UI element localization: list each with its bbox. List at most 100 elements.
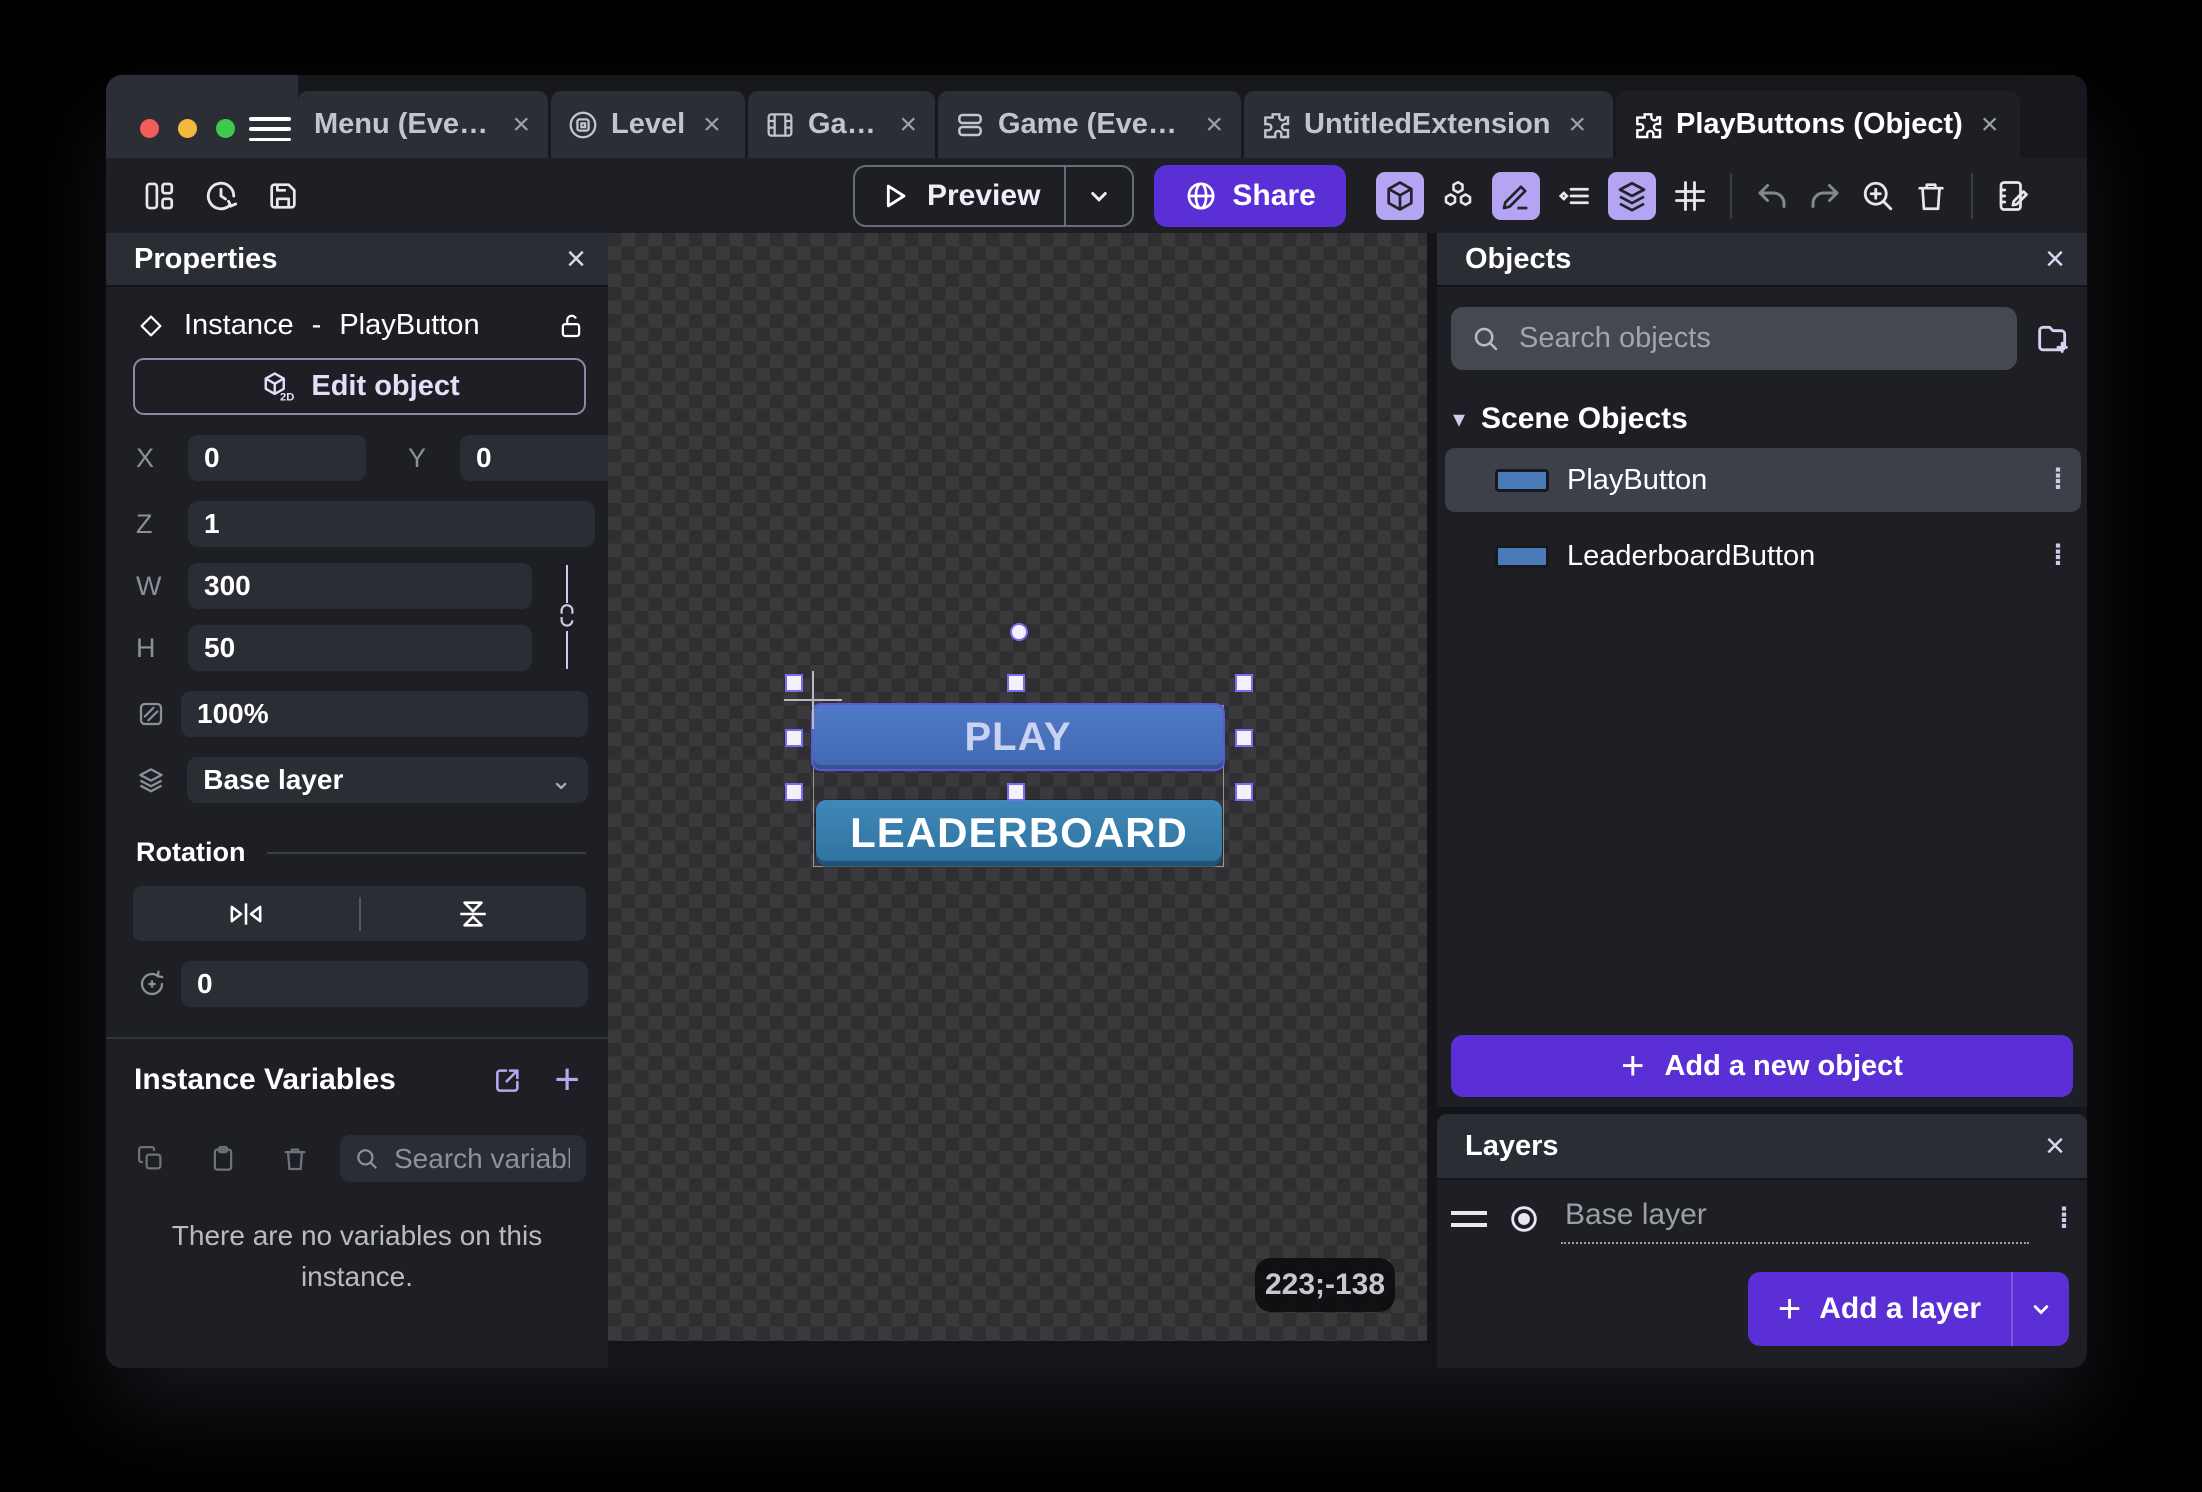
active-layer-radio-icon[interactable] bbox=[1507, 1202, 1541, 1236]
object-menu-icon[interactable]: ⁞ bbox=[2053, 547, 2063, 566]
preview-options-dropdown[interactable] bbox=[1066, 181, 1132, 211]
objects-panel-toggle-icon[interactable] bbox=[1376, 172, 1424, 220]
unlock-icon[interactable] bbox=[556, 311, 586, 341]
tab-untitled-extension[interactable]: UntitledExtension × bbox=[1244, 91, 1613, 158]
layers-panel: Layers × Base layer ⁞ + Add a layer bbox=[1437, 1114, 2087, 1368]
collapse-triangle-icon[interactable]: ▾ bbox=[1453, 405, 1465, 434]
tab-level[interactable]: Level × bbox=[551, 91, 745, 158]
hamburger-menu-icon[interactable] bbox=[249, 117, 291, 141]
history-icon[interactable] bbox=[202, 173, 240, 219]
scene-objects-group[interactable]: ▾ Scene Objects bbox=[1453, 402, 2073, 436]
rotation-input[interactable] bbox=[181, 961, 588, 1007]
instances-list-icon[interactable] bbox=[1555, 173, 1593, 219]
close-window-button[interactable] bbox=[140, 119, 159, 138]
close-tab-icon[interactable]: × bbox=[703, 108, 721, 142]
close-tab-icon[interactable]: × bbox=[899, 108, 917, 142]
maximize-window-button[interactable] bbox=[216, 119, 235, 138]
flip-horizontal-button[interactable] bbox=[133, 897, 359, 931]
close-tab-icon[interactable]: × bbox=[512, 108, 530, 142]
plus-icon: + bbox=[1778, 1289, 1801, 1329]
preview-button[interactable]: Preview bbox=[853, 165, 1134, 227]
drag-handle-icon[interactable] bbox=[1451, 1211, 1487, 1227]
flip-vertical-button[interactable] bbox=[361, 897, 587, 931]
resize-handle-bottom-left[interactable] bbox=[785, 783, 803, 801]
scene-canvas[interactable]: PLAY LEADERBOARD 223;-138 bbox=[608, 233, 1427, 1341]
object-row-playbutton[interactable]: PlayButton ⁞ bbox=[1445, 448, 2081, 512]
no-variables-message: There are no variables on this instance. bbox=[136, 1216, 578, 1297]
add-new-object-button[interactable]: + Add a new object bbox=[1451, 1035, 2073, 1097]
close-tab-icon[interactable]: × bbox=[1205, 108, 1223, 142]
minimize-window-button[interactable] bbox=[178, 119, 197, 138]
copy-icon[interactable] bbox=[136, 1144, 166, 1174]
object-groups-icon[interactable] bbox=[1439, 173, 1477, 219]
layer-icon bbox=[136, 765, 175, 795]
paste-icon[interactable] bbox=[208, 1144, 238, 1174]
save-icon[interactable] bbox=[264, 173, 302, 219]
rotate-handle[interactable] bbox=[1010, 623, 1028, 641]
zoom-in-icon[interactable] bbox=[1859, 173, 1897, 219]
z-label: Z bbox=[136, 509, 180, 540]
chevron-down-icon: ⌄ bbox=[550, 775, 572, 785]
opacity-input[interactable] bbox=[181, 691, 588, 737]
layers-title: Layers bbox=[1465, 1130, 1559, 1163]
tab-game-events[interactable]: Game (Events) × bbox=[938, 91, 1241, 158]
cursor-coordinates-badge: 223;-138 bbox=[1255, 1258, 1395, 1312]
y-input[interactable] bbox=[460, 435, 608, 481]
trash-icon[interactable] bbox=[1912, 173, 1950, 219]
objects-search[interactable] bbox=[1451, 307, 2017, 370]
z-order-input[interactable] bbox=[188, 501, 595, 547]
variables-search-input[interactable] bbox=[392, 1142, 572, 1176]
layers-panel-toggle-icon[interactable] bbox=[1608, 172, 1656, 220]
resize-handle-top-left[interactable] bbox=[785, 674, 803, 692]
variables-search[interactable] bbox=[340, 1135, 586, 1182]
edit-scene-properties-icon[interactable] bbox=[1994, 173, 2032, 219]
object-menu-icon[interactable]: ⁞ bbox=[2053, 471, 2063, 490]
add-variable-icon[interactable]: + bbox=[554, 1067, 580, 1093]
leaderboard-button-sprite[interactable]: LEADERBOARD bbox=[816, 800, 1222, 866]
x-label: X bbox=[136, 443, 180, 474]
resize-handle-bottom-center[interactable] bbox=[1007, 783, 1025, 801]
svg-text:2D: 2D bbox=[280, 391, 294, 403]
layer-row-base-layer[interactable]: Base layer ⁞ bbox=[1451, 1194, 2069, 1244]
layer-name-field[interactable]: Base layer bbox=[1561, 1194, 2029, 1244]
lock-aspect-ratio-icon[interactable] bbox=[556, 565, 578, 675]
close-objects-icon[interactable]: × bbox=[2045, 242, 2065, 276]
edit-object-button[interactable]: 2D Edit object bbox=[133, 358, 586, 415]
close-tab-icon[interactable]: × bbox=[1981, 108, 1999, 142]
close-tab-icon[interactable]: × bbox=[1569, 108, 1587, 142]
add-layer-button[interactable]: + Add a layer bbox=[1748, 1272, 2069, 1346]
tab-game[interactable]: Game × bbox=[748, 91, 935, 158]
undo-icon[interactable] bbox=[1753, 173, 1791, 219]
close-layers-icon[interactable]: × bbox=[2045, 1129, 2065, 1163]
add-layer-dropdown[interactable] bbox=[2013, 1295, 2069, 1323]
play-button-sprite[interactable]: PLAY bbox=[813, 705, 1223, 769]
close-properties-icon[interactable]: × bbox=[566, 242, 586, 276]
plus-icon: + bbox=[1621, 1046, 1644, 1086]
width-input[interactable] bbox=[188, 563, 532, 609]
puzzle-icon bbox=[1632, 109, 1664, 141]
object-row-leaderboardbutton[interactable]: LeaderboardButton ⁞ bbox=[1445, 524, 2081, 588]
add-folder-icon[interactable] bbox=[2033, 319, 2073, 359]
resize-handle-top-right[interactable] bbox=[1235, 674, 1253, 692]
resize-handle-middle-right[interactable] bbox=[1235, 729, 1253, 747]
film-icon bbox=[764, 109, 796, 141]
height-input[interactable] bbox=[188, 625, 532, 671]
layer-menu-icon[interactable]: ⁞ bbox=[2059, 1210, 2069, 1229]
open-variables-editor-icon[interactable] bbox=[492, 1064, 524, 1096]
tab-bar: Menu (Events) × Level × Game × Game (Eve… bbox=[298, 75, 2087, 158]
resize-handle-top-center[interactable] bbox=[1007, 674, 1025, 692]
objects-search-input[interactable] bbox=[1517, 321, 1997, 356]
layer-select[interactable]: Base layer ⌄ bbox=[187, 757, 588, 803]
cube-2d-icon: 2D bbox=[259, 369, 295, 405]
share-button[interactable]: Share bbox=[1154, 165, 1345, 227]
x-input[interactable] bbox=[188, 435, 366, 481]
edit-mode-pencil-icon[interactable] bbox=[1492, 172, 1540, 220]
redo-icon[interactable] bbox=[1806, 173, 1844, 219]
tab-menu-events[interactable]: Menu (Events) × bbox=[298, 91, 548, 158]
tab-playbuttons-object[interactable]: PlayButtons (Object) × bbox=[1616, 91, 2020, 158]
grid-icon[interactable] bbox=[1671, 173, 1709, 219]
resize-handle-bottom-right[interactable] bbox=[1235, 783, 1253, 801]
delete-variable-icon[interactable] bbox=[280, 1144, 310, 1174]
open-project-manager-icon[interactable] bbox=[140, 173, 178, 219]
resize-handle-middle-left[interactable] bbox=[785, 729, 803, 747]
